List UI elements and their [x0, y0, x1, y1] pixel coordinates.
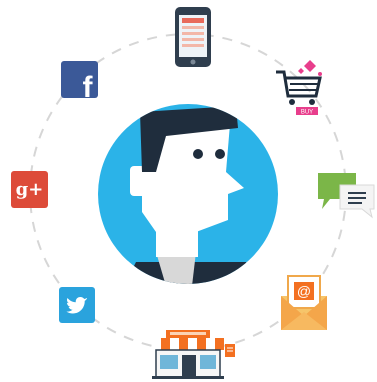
- twitter-icon: [59, 287, 95, 323]
- twitter-bird-icon: [66, 297, 87, 314]
- google-plus-icon: g+: [11, 171, 48, 208]
- omnichannel-illustration: BUY @ g+ f: [0, 0, 377, 382]
- chat-bubbles-icon: [318, 173, 375, 219]
- smartphone-icon: [175, 7, 211, 67]
- facebook-label: f: [82, 70, 93, 99]
- shopping-cart-icon: BUY: [276, 60, 322, 116]
- person-avatar-icon: [98, 104, 278, 284]
- at-symbol: @: [297, 283, 311, 299]
- google-plus-label: g+: [15, 179, 44, 200]
- buy-label: BUY: [301, 110, 313, 116]
- storefront-icon: [152, 330, 235, 379]
- email-envelope-icon: @: [281, 275, 327, 330]
- facebook-icon: f: [61, 61, 98, 98]
